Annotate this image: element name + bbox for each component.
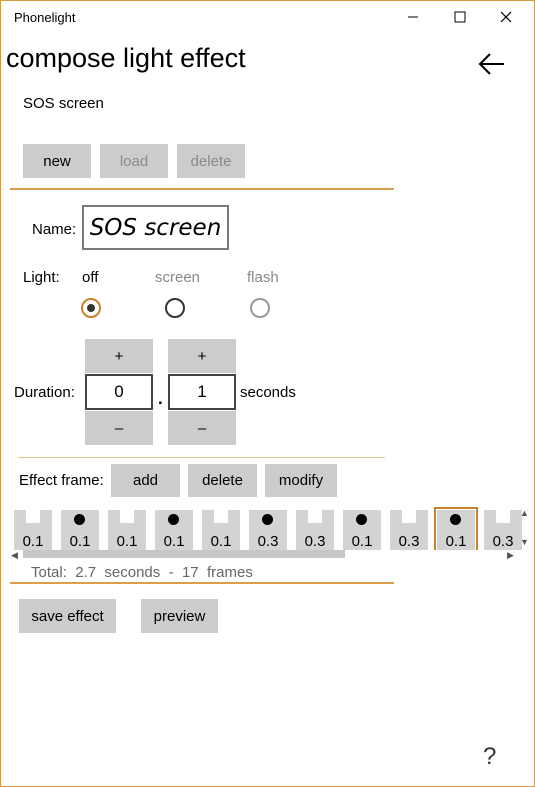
total-frames: 17	[181, 564, 199, 581]
effect-frame-tile[interactable]: 0.1	[108, 510, 146, 550]
light-option-off-label: off	[82, 269, 99, 286]
total-summary: Total: 2.7 seconds - 17 frames	[31, 564, 253, 581]
divider	[10, 582, 394, 584]
page-title: compose light effect	[6, 43, 246, 73]
light-label: Light:	[23, 269, 60, 286]
effect-frame-label: Effect frame:	[19, 472, 104, 489]
duration-whole-increment-button[interactable]: +	[85, 339, 153, 373]
light-off-radio[interactable]	[81, 298, 101, 318]
light-screen-radio[interactable]	[165, 298, 185, 318]
frame-duration-label: 0.3	[492, 533, 514, 550]
close-button[interactable]	[483, 1, 529, 33]
horizontal-scrollbar[interactable]: ◀ ▶	[11, 549, 516, 560]
add-frame-button[interactable]: add	[111, 464, 180, 497]
total-prefix: Total:	[31, 564, 67, 581]
frame-off-notch	[214, 510, 228, 523]
frame-on-dot-icon	[74, 514, 85, 525]
effect-frame-tile[interactable]: 0.3	[484, 510, 522, 550]
minimize-button[interactable]	[390, 1, 436, 33]
save-effect-button[interactable]: save effect	[19, 599, 116, 633]
divider	[18, 457, 385, 458]
frame-duration-label: 0.3	[304, 533, 326, 550]
frame-duration-label: 0.1	[69, 533, 91, 550]
frame-off-notch	[308, 510, 322, 523]
maximize-button[interactable]	[437, 1, 483, 33]
effect-frame-tile[interactable]: 0.3	[296, 510, 334, 550]
effect-frame-tile[interactable]: 0.1	[61, 510, 99, 550]
duration-fraction-decrement-button[interactable]: –	[168, 411, 236, 445]
effect-frame-tile[interactable]: 0.1	[343, 510, 381, 550]
vertical-scrollbar[interactable]: ▲ ▼	[519, 508, 529, 548]
back-arrow-icon	[478, 53, 504, 75]
frame-on-dot-icon	[356, 514, 367, 525]
frame-duration-label: 0.1	[445, 533, 467, 550]
close-icon	[500, 11, 512, 23]
minimize-icon	[408, 16, 418, 18]
duration-separator: .	[158, 389, 163, 408]
scroll-up-icon: ▲	[520, 508, 529, 518]
frame-duration-label: 0.1	[210, 533, 232, 550]
light-option-flash-label: flash	[247, 269, 279, 286]
name-label: Name:	[32, 221, 77, 238]
light-flash-radio[interactable]	[250, 298, 270, 318]
frame-duration-label: 0.1	[116, 533, 138, 550]
modify-frame-button[interactable]: modify	[265, 464, 337, 497]
effect-frame-tile[interactable]: 0.1	[434, 507, 478, 550]
effect-subtitle: SOS screen	[23, 95, 104, 112]
horizontal-scrollbar-thumb[interactable]	[23, 550, 345, 558]
new-button[interactable]: new	[23, 144, 91, 178]
effect-frame-tile[interactable]: 0.3	[390, 510, 428, 550]
frame-duration-label: 0.1	[22, 533, 44, 550]
duration-fraction-increment-button[interactable]: +	[168, 339, 236, 373]
window-title: Phonelight	[14, 10, 76, 25]
duration-fraction-input[interactable]: 1	[168, 374, 236, 410]
frame-duration-label: 0.3	[398, 533, 420, 550]
frame-on-dot-icon	[262, 514, 273, 525]
preview-button[interactable]: preview	[141, 599, 218, 633]
effect-frame-tile[interactable]: 0.1	[155, 510, 193, 550]
frame-off-notch	[496, 510, 510, 523]
total-seconds: 2.7	[75, 564, 97, 581]
duration-whole-decrement-button[interactable]: –	[85, 411, 153, 445]
duration-label: Duration:	[14, 384, 75, 401]
total-separator: -	[168, 564, 174, 581]
total-frames-unit: frames	[207, 564, 253, 581]
frame-duration-label: 0.3	[257, 533, 279, 550]
effect-frame-tile[interactable]: 0.1	[14, 510, 52, 550]
frame-off-notch	[402, 510, 416, 523]
divider	[10, 188, 394, 190]
effect-frame-tile[interactable]: 0.1	[202, 510, 240, 550]
frame-on-dot-icon	[168, 514, 179, 525]
frame-on-dot-icon	[450, 514, 461, 525]
duration-whole-input[interactable]: 0	[85, 374, 153, 410]
frame-duration-label: 0.1	[351, 533, 373, 550]
total-seconds-unit: seconds	[104, 564, 161, 581]
delete-effect-button[interactable]: delete	[177, 144, 245, 178]
effect-frame-tile[interactable]: 0.3	[249, 510, 287, 550]
delete-frame-button[interactable]: delete	[188, 464, 257, 497]
frame-off-notch	[120, 510, 134, 523]
maximize-icon	[454, 11, 466, 23]
help-button[interactable]: ?	[483, 743, 496, 771]
frame-off-notch	[26, 510, 40, 523]
app-window: Phonelight compose light effect SOS scre…	[0, 0, 535, 787]
duration-unit-label: seconds	[240, 384, 296, 401]
name-input[interactable]: SOS screen	[82, 205, 229, 250]
load-button[interactable]: load	[100, 144, 168, 178]
light-option-screen-label: screen	[155, 269, 201, 286]
frame-duration-label: 0.1	[163, 533, 185, 550]
frames-strip: 0.1 0.1 0.1 0.1 0.1 0.3 0.3 0.1 0.3 0.1 0.3	[11, 506, 529, 550]
scroll-left-icon: ◀	[11, 550, 18, 560]
scroll-down-icon: ▼	[520, 537, 529, 547]
scroll-right-icon: ▶	[507, 550, 514, 560]
back-button[interactable]	[477, 51, 507, 77]
